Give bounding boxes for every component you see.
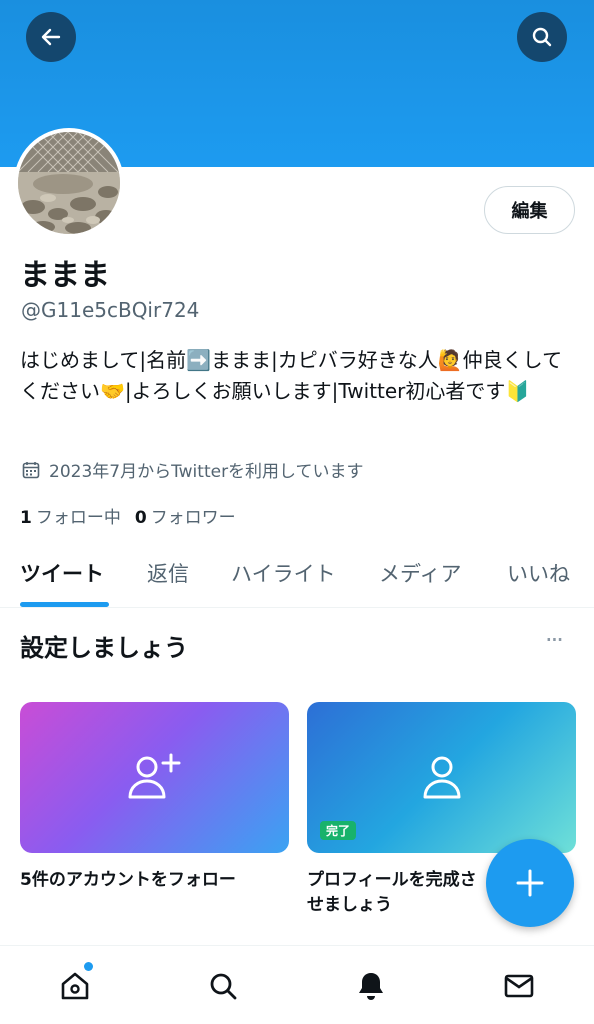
followers-link[interactable]: 0 フォロワー bbox=[135, 503, 236, 528]
complete-profile-card[interactable]: 完了 bbox=[307, 702, 576, 853]
tab-replies[interactable]: 返信 bbox=[147, 558, 189, 588]
edit-profile-button[interactable]: 編集 bbox=[484, 186, 575, 234]
follow-accounts-caption: 5件のアカウントをフォロー bbox=[20, 870, 236, 890]
following-count: 1 bbox=[20, 508, 32, 528]
joined-date: 2023年7月からTwitterを利用しています bbox=[21, 457, 364, 482]
nav-notifications[interactable] bbox=[351, 966, 391, 1006]
complete-profile-caption: プロフィールを完成させましょう bbox=[307, 870, 477, 915]
follow-stats: 1 フォロー中 0 フォロワー bbox=[20, 503, 236, 528]
compose-tweet-button[interactable] bbox=[486, 839, 574, 927]
plus-icon bbox=[516, 869, 544, 897]
following-link[interactable]: 1 フォロー中 bbox=[20, 503, 121, 528]
completed-badge: 完了 bbox=[320, 821, 357, 840]
followers-label: フォロワー bbox=[150, 508, 236, 528]
search-button[interactable] bbox=[517, 12, 567, 62]
tab-tweets[interactable]: ツイート bbox=[20, 558, 104, 588]
following-label: フォロー中 bbox=[35, 508, 121, 528]
calendar-icon bbox=[22, 461, 40, 478]
mail-icon bbox=[504, 974, 534, 998]
nav-search[interactable] bbox=[203, 966, 243, 1006]
tab-media[interactable]: メディア bbox=[379, 558, 462, 588]
tab-highlights[interactable]: ハイライト bbox=[231, 558, 336, 588]
user-handle: @G11e5cBQir724 bbox=[21, 298, 200, 322]
avatar[interactable] bbox=[14, 128, 124, 238]
person-add-icon bbox=[128, 753, 180, 798]
home-icon bbox=[61, 972, 89, 1000]
bell-icon bbox=[359, 973, 383, 1000]
nav-home[interactable] bbox=[55, 966, 95, 1006]
more-options-icon[interactable]: ··· bbox=[545, 626, 564, 654]
search-icon bbox=[210, 973, 237, 1000]
joined-text: 2023年7月からTwitterを利用しています bbox=[49, 462, 364, 482]
profile-bio: はじめまして|名前➡️ままま|カピバラ好きな人🙋仲良くしてください🤝|よろしくお… bbox=[20, 348, 563, 403]
tab-likes[interactable]: いいね bbox=[507, 558, 570, 588]
follow-accounts-card[interactable] bbox=[20, 702, 289, 853]
active-tab-indicator bbox=[20, 602, 109, 607]
bottom-navigation bbox=[0, 945, 594, 1024]
setup-title: 設定しましょう bbox=[20, 634, 188, 662]
search-icon bbox=[532, 27, 552, 47]
person-icon bbox=[423, 756, 460, 798]
notification-dot bbox=[84, 962, 93, 971]
back-button[interactable] bbox=[26, 12, 76, 62]
display-name: ままま bbox=[20, 258, 110, 293]
profile-tabs: ツイート 返信 ハイライト メディア いいね bbox=[0, 550, 594, 608]
nav-messages[interactable] bbox=[499, 966, 539, 1006]
followers-count: 0 bbox=[134, 508, 147, 528]
arrow-left-icon bbox=[41, 28, 61, 46]
